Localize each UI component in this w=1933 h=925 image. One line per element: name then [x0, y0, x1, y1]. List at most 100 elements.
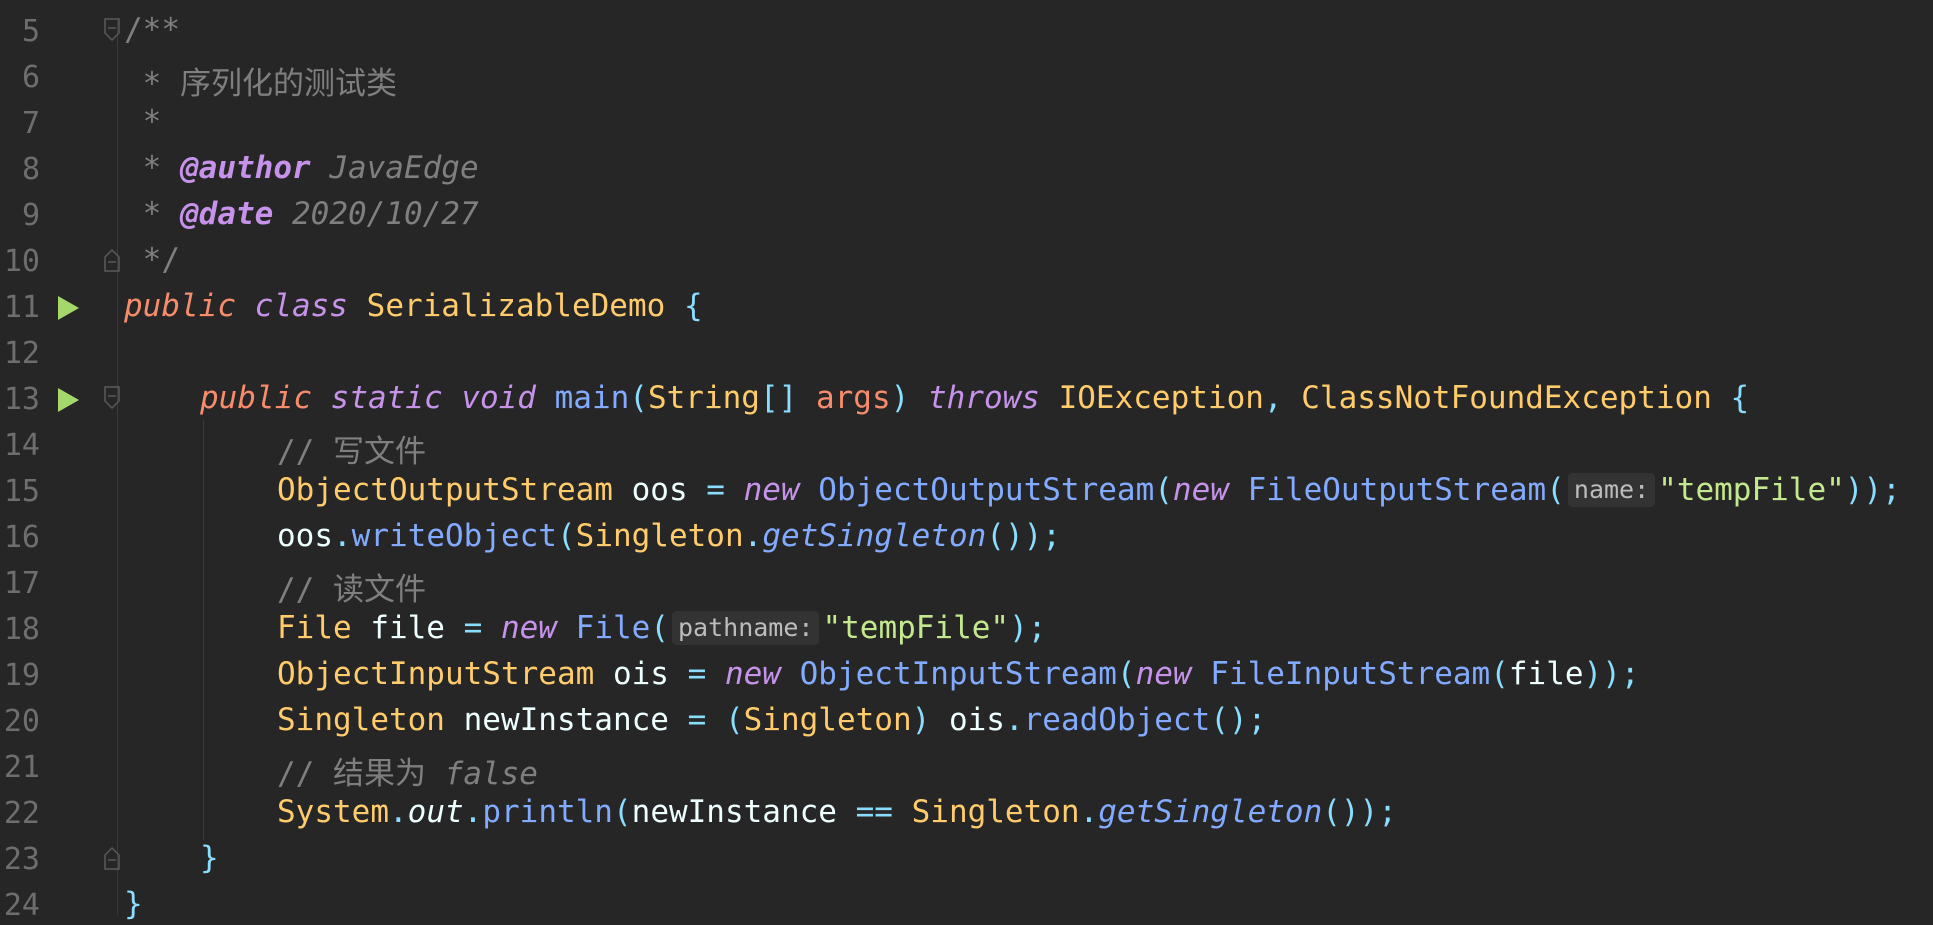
code-line[interactable]: 14 // 写文件 — [0, 422, 1933, 470]
code-line[interactable]: 7 * — [0, 100, 1933, 146]
statement: System.out.println(newInstance == Single… — [277, 794, 1397, 830]
fold-open-icon[interactable] — [104, 386, 120, 410]
constructor: File — [575, 610, 651, 646]
line-number: 12 — [3, 336, 40, 371]
line-number: 22 — [3, 796, 40, 831]
type-name: ObjectInputStream — [277, 656, 595, 692]
doc-comment-line: * 序列化的测试类 — [124, 58, 397, 103]
line-comment: // 写文件 — [277, 434, 426, 470]
line-number: 8 — [21, 152, 40, 187]
punctuation: )); — [1844, 472, 1901, 508]
punctuation: )); — [1583, 656, 1640, 692]
code-editor[interactable]: 5 /** 6 * 序列化的测试类 7 * 8 * @author JavaEd… — [0, 0, 1933, 925]
run-icon[interactable] — [55, 386, 81, 414]
dot: . — [1004, 702, 1024, 738]
line-number: 6 — [21, 60, 40, 95]
exception-name: ClassNotFoundException — [1301, 380, 1712, 416]
line-number: 7 — [21, 106, 40, 141]
closing-brace: } — [200, 840, 219, 876]
line-number: 20 — [3, 704, 40, 739]
operator: = — [706, 472, 725, 508]
line-number: 9 — [21, 198, 40, 233]
class-name: Singleton — [575, 518, 744, 554]
line-number: 21 — [3, 750, 40, 785]
dot: . — [388, 794, 408, 830]
paren: ( — [556, 518, 576, 554]
keyword: new — [724, 656, 781, 692]
method-call: println — [482, 794, 613, 830]
method-name: main — [554, 380, 630, 416]
argument: newInstance — [631, 794, 856, 830]
code-line[interactable]: 24 } — [0, 882, 1933, 925]
operator: == — [855, 794, 893, 830]
code-line[interactable]: 16 oos.writeObject(Singleton.getSingleto… — [0, 514, 1933, 560]
code-line[interactable]: 19 ObjectInputStream ois = new ObjectInp… — [0, 652, 1933, 698]
brace: { — [683, 288, 703, 324]
code-line[interactable]: 8 * @author JavaEdge — [0, 146, 1933, 192]
keyword: new — [1172, 472, 1229, 508]
operator: = — [687, 656, 707, 692]
punctuation: ()); — [986, 518, 1061, 554]
brackets: [] — [759, 380, 798, 416]
paren: ( — [650, 610, 669, 646]
type-name: ObjectOutputStream — [277, 472, 613, 508]
argument: file — [1508, 656, 1584, 692]
run-icon[interactable] — [55, 294, 81, 322]
fold-close-icon[interactable] — [104, 846, 120, 870]
code-line[interactable]: 10 */ — [0, 238, 1933, 284]
code-line[interactable]: 5 /** — [0, 8, 1933, 54]
class-name: SerializableDemo — [366, 288, 666, 324]
method-call: getSingleton — [1098, 794, 1323, 830]
operator: = — [463, 610, 483, 646]
code-line[interactable]: 23 } — [0, 836, 1933, 882]
method-call: readObject — [1023, 702, 1211, 738]
comment-text: 序列化的测试类 — [180, 66, 397, 102]
paren: ( — [629, 380, 648, 416]
variable: ois — [930, 702, 1005, 738]
constructor: FileInputStream — [1210, 656, 1491, 692]
constructor: FileOutputStream — [1247, 472, 1547, 508]
paren: ( — [1116, 656, 1136, 692]
code-line[interactable]: 18 File file = new File(pathname: "tempFi… — [0, 606, 1933, 652]
class-name: Singleton — [892, 794, 1080, 830]
keyword: class — [254, 288, 348, 324]
type-name: Singleton — [277, 702, 445, 738]
code-line[interactable]: 15 ObjectOutputStream oos = new ObjectOu… — [0, 468, 1933, 514]
doc-comment-line: * — [124, 104, 162, 140]
fold-open-icon[interactable] — [104, 18, 120, 42]
line-number: 11 — [3, 290, 40, 325]
type-name: String — [647, 380, 760, 416]
keyword: public — [200, 380, 312, 416]
paren: ( — [724, 702, 744, 738]
dot: . — [1079, 794, 1099, 830]
comment-star: * — [124, 66, 180, 102]
code-line[interactable]: 6 * 序列化的测试类 — [0, 54, 1933, 103]
code-line[interactable]: 11 public class SerializableDemo { — [0, 284, 1933, 330]
line-comment: // 结果为 false — [277, 748, 538, 793]
code-line[interactable]: 12 — [0, 330, 1933, 376]
method-call: writeObject — [351, 518, 557, 554]
paren: ( — [612, 794, 632, 830]
constructor: ObjectOutputStream — [818, 472, 1155, 508]
dot: . — [333, 518, 352, 554]
code-line[interactable]: 20 Singleton newInstance = (Singleton) o… — [0, 698, 1933, 744]
paren: ( — [1154, 472, 1173, 508]
code-line[interactable]: 17 // 读文件 — [0, 560, 1933, 608]
code-line[interactable]: 9 * @date 2020/10/27 — [0, 192, 1933, 238]
line-number: 5 — [21, 14, 40, 49]
code-line[interactable]: 22 System.out.println(newInstance == Sin… — [0, 790, 1933, 836]
parameter-hint: pathname: — [671, 611, 820, 645]
line-comment: // 读文件 — [277, 572, 426, 608]
line-number: 14 — [3, 428, 40, 463]
string-literal: "tempFile" — [1658, 472, 1845, 508]
fold-close-icon[interactable] — [104, 248, 120, 272]
punctuation: ()); — [1322, 794, 1397, 830]
paren: ) — [911, 702, 931, 738]
comment-text: false — [444, 756, 538, 792]
paren: ( — [1490, 656, 1509, 692]
line-number: 15 — [3, 474, 40, 509]
keyword: public — [124, 288, 236, 324]
comment-text: // 结果为 — [277, 756, 445, 792]
code-line[interactable]: 21 // 结果为 false — [0, 744, 1933, 793]
code-line[interactable]: 13 public static void main(String[] args… — [0, 376, 1933, 422]
